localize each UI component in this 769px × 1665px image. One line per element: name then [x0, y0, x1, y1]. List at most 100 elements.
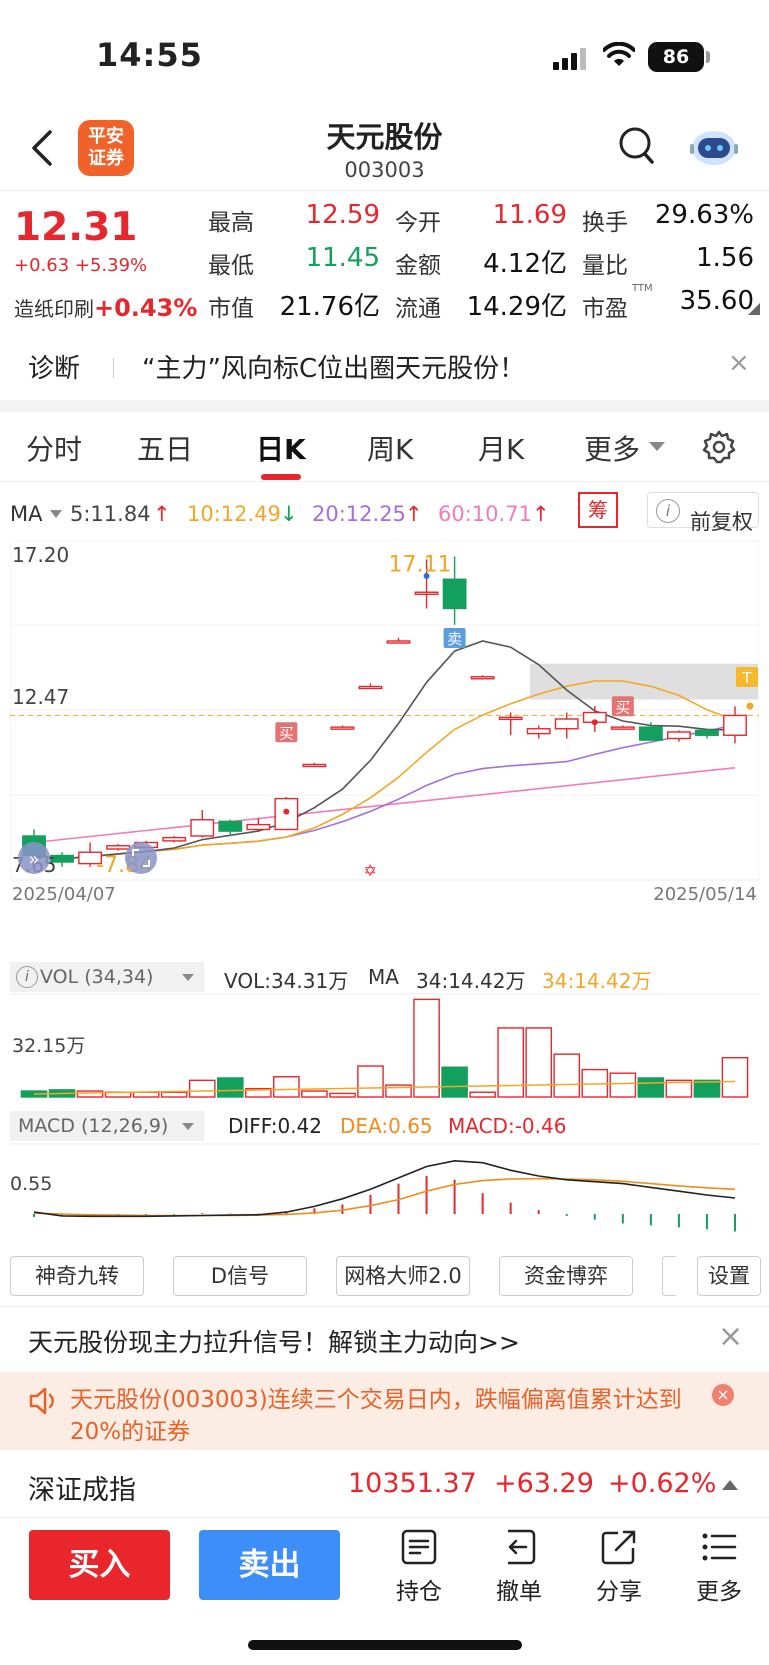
status-bar: 14:55 86	[0, 0, 769, 110]
candle-body	[442, 578, 467, 610]
promo-banner[interactable]: 天元股份现主力拉升信号！解锁主力动向>> ×	[0, 1306, 769, 1370]
info-icon: i	[16, 966, 38, 988]
banner-text: 天元股份现主力拉升信号！解锁主力动向>>	[28, 1328, 520, 1357]
tab-more[interactable]: 更多	[584, 428, 640, 468]
ma5-value: 5:11.84	[70, 502, 151, 526]
candle-body	[162, 836, 187, 842]
diagnosis-bar[interactable]: 诊断 “主力”风向标C位出圈天元股份！ ×	[0, 330, 769, 400]
close-icon[interactable]: ×	[718, 1319, 743, 1354]
triangle-up-icon[interactable]	[722, 1480, 738, 1490]
tab-weekly-k[interactable]: 周K	[367, 428, 413, 468]
buy-tag: 买	[279, 724, 294, 742]
date-end: 2025/05/14	[653, 884, 757, 905]
risk-warning[interactable]: 天元股份(003003)连续三个交易日内，跌幅偏离值累计达到20%的证券 ×	[0, 1372, 769, 1450]
t-dot	[746, 702, 754, 710]
high-label: 17.11	[389, 552, 452, 577]
volume-legend: i VOL (34,34) VOL:34.31万 MA 34:14.42万 34…	[10, 962, 759, 993]
quote-value: 12.59	[305, 200, 380, 230]
quote-value: 21.76亿	[279, 292, 380, 322]
tab-five-day[interactable]: 五日	[137, 428, 193, 468]
chip-distribution-button[interactable]: 筹	[578, 492, 618, 528]
indicator-partial[interactable]	[662, 1256, 676, 1296]
document-icon	[401, 1529, 437, 1565]
candle-body	[638, 726, 663, 741]
quote-value: 29.63%	[654, 200, 754, 230]
candle-body	[190, 819, 215, 837]
marker-dot	[591, 719, 598, 726]
candle-body	[386, 640, 411, 644]
volume-bar	[469, 1091, 496, 1098]
ma10-value: 10:12.49	[187, 502, 281, 526]
macd-selector[interactable]: MACD (12,26,9)	[10, 1111, 204, 1141]
tab-intraday[interactable]: 分时	[26, 428, 82, 468]
candle-body	[302, 763, 327, 768]
buy-button[interactable]: 买入	[29, 1530, 170, 1600]
share-button[interactable]: 分享	[579, 1528, 659, 1606]
vol-selector[interactable]: i VOL (34,34)	[10, 962, 204, 992]
vol-selector-label: VOL (34,34)	[40, 966, 154, 988]
active-tab-indicator	[261, 474, 301, 480]
gear-icon[interactable]	[702, 430, 736, 464]
close-icon[interactable]: ×	[712, 1384, 734, 1406]
quote-value: 4.12亿	[483, 249, 567, 279]
more-button[interactable]: 更多	[679, 1528, 759, 1606]
search-icon[interactable]	[618, 126, 656, 166]
high-dot	[423, 573, 430, 579]
sell-button[interactable]: 卖出	[199, 1530, 340, 1600]
index-change: +63.29	[494, 1468, 594, 1499]
arrow-down-icon: ↓	[280, 502, 298, 526]
holdings-button[interactable]: 持仓	[379, 1528, 459, 1606]
sector-link[interactable]: 造纸印刷+0.43%	[14, 293, 197, 322]
quote-value: 11.69	[492, 200, 567, 230]
index-ticker[interactable]: 深证成指 10351.37 +63.29 +0.62%	[0, 1450, 769, 1518]
battery-tip	[706, 51, 710, 63]
adjust-button[interactable]: i 前复权	[647, 492, 759, 534]
candlestick-chart[interactable]: 17.2012.477.652025/04/072025/05/1417.11-…	[10, 540, 759, 935]
indicator-grid-master[interactable]: 网格大师2.0	[336, 1256, 470, 1296]
volume-chart[interactable]: 32.15万	[10, 992, 759, 1102]
macd-value: MACD:-0.46	[448, 1114, 567, 1138]
corner-expand-icon[interactable]	[748, 303, 760, 315]
indicator-capital[interactable]: 资金博弈	[499, 1256, 633, 1296]
cancel-order-button[interactable]: 撤单	[479, 1528, 559, 1606]
ma60-value: 60:10.71	[438, 502, 532, 526]
candle-body	[414, 591, 439, 595]
price-change: +0.63 +5.39%	[14, 255, 148, 276]
volume-bar	[273, 1076, 300, 1098]
ma-selector[interactable]: MA	[10, 502, 42, 526]
chevron-down-icon[interactable]	[50, 510, 62, 520]
adjust-label: 前复权	[690, 510, 753, 534]
ma20-line	[33, 724, 736, 860]
vol-ma1: 34:14.42万	[416, 969, 526, 993]
vol-value: VOL:34.31万	[224, 969, 349, 993]
indicator-d-signal[interactable]: D信号	[173, 1256, 307, 1296]
candle-body	[470, 676, 495, 680]
menu-icon	[702, 1533, 737, 1561]
cellular-signal-icon	[553, 48, 586, 70]
diff-value: DIFF:0.42	[228, 1114, 323, 1138]
ai-robot-icon[interactable]	[688, 124, 740, 168]
close-icon[interactable]: ×	[728, 348, 750, 378]
indicator-buttons: 神奇九转 D信号 网格大师2.0 资金博弈 设置	[0, 1256, 769, 1300]
candle-body	[695, 729, 719, 736]
volume-bar	[637, 1077, 665, 1098]
ttm-label: TTM	[632, 283, 653, 294]
tab-daily-k[interactable]: 日K	[256, 428, 306, 468]
volume-bar	[609, 1072, 637, 1098]
volume-bar	[216, 1077, 244, 1098]
candle-body	[554, 718, 579, 730]
volume-axis-label: 32.15万	[12, 1035, 85, 1057]
macd-chart[interactable]: 0.55	[10, 1142, 759, 1250]
volume-bar	[160, 1091, 188, 1098]
volume-bar	[357, 1065, 384, 1098]
index-value: 10351.37	[348, 1468, 477, 1499]
share-icon	[601, 1530, 636, 1565]
quote-value: 14.29亿	[466, 292, 567, 322]
tab-monthly-k[interactable]: 月K	[478, 428, 524, 468]
indicator-nine-turn[interactable]: 神奇九转	[10, 1256, 144, 1296]
chevron-down-icon[interactable]	[649, 442, 665, 451]
macd-selector-label: MACD (12,26,9)	[18, 1115, 169, 1137]
diff-line	[33, 1159, 736, 1218]
index-name: 深证成指	[28, 1475, 136, 1506]
indicator-settings[interactable]: 设置	[697, 1256, 761, 1296]
